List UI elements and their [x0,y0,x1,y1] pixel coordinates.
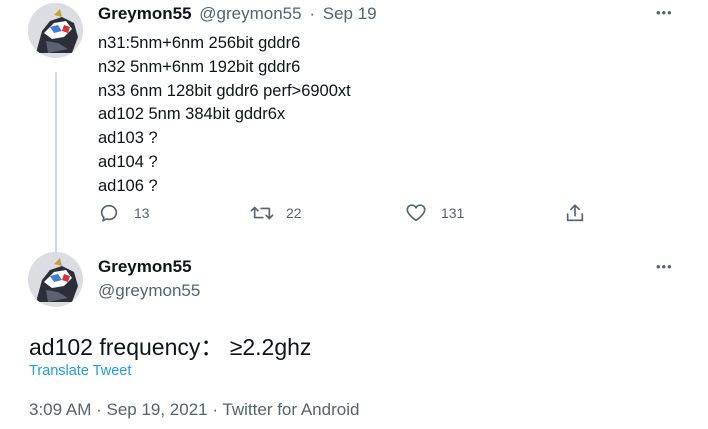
avatar-image [28,252,83,307]
tweet-line: n33 6nm 128bit gddr6 perf>6900xt [98,81,351,100]
tweet-text: n31:5nm+6nm 256bit gddr6 n32 5nm+6nm 192… [98,32,351,199]
retweet-button[interactable]: 22 [250,202,302,224]
tweet-line: ad106 ? [98,176,158,195]
like-button[interactable]: 131 [405,202,464,224]
tweet-line: ad103 ? [98,129,158,148]
author-handle[interactable]: @greymon55 [98,281,200,301]
retweet-icon [250,206,274,220]
share-button[interactable] [564,202,586,224]
reply-icon [100,204,118,222]
reply-button[interactable]: 13 [98,202,150,224]
retweet-count: 22 [286,205,302,221]
heart-icon [406,204,426,222]
tweet-line: ad104 ? [98,152,158,171]
more-options-icon[interactable]: ••• [656,6,673,19]
more-options-icon[interactable]: ••• [656,260,673,273]
share-icon [566,204,584,222]
translate-tweet-link[interactable]: Translate Tweet [29,363,131,379]
avatar[interactable] [28,252,83,307]
author-handle[interactable]: @greymon55 [199,4,301,23]
thread-line [55,72,57,254]
tweet-line: ad102 5nm 384bit gddr6x [98,105,286,124]
tweet-text: ad102 frequency： ≥2.2ghz [29,334,312,360]
like-count: 131 [441,205,465,221]
tweet-date[interactable]: Sep 19 [323,4,377,23]
author-name[interactable]: Greymon55 [98,257,192,277]
avatar[interactable] [28,3,83,58]
avatar-image [28,3,83,58]
separator: · [309,4,315,23]
author-name[interactable]: Greymon55 [98,4,192,23]
reply-count: 13 [134,205,150,221]
tweet-header: Greymon55 @greymon55 · Sep 19 [98,4,377,24]
tweet-meta[interactable]: 3:09 AM · Sep 19, 2021 · Twitter for And… [29,400,359,420]
tweet-line: n32 5nm+6nm 192bit gddr6 [98,57,301,76]
tweet-line: n31:5nm+6nm 256bit gddr6 [98,34,301,52]
